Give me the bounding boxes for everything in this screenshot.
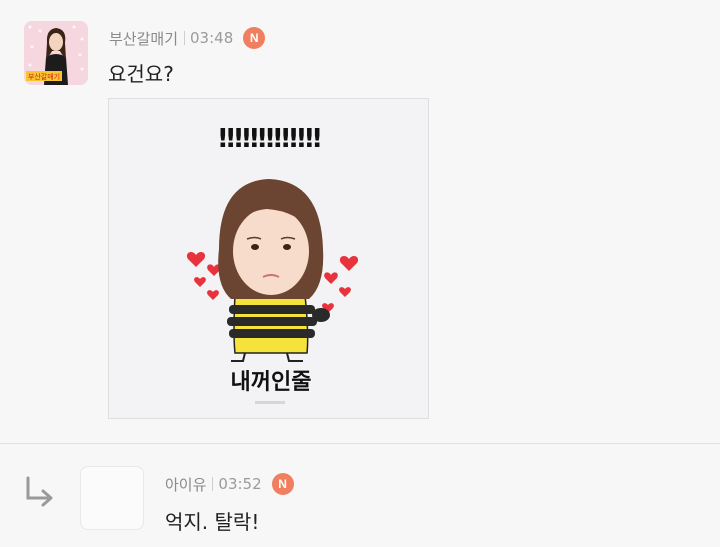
reply-arrow-icon bbox=[22, 474, 58, 514]
comment-text: 요건요? bbox=[108, 62, 174, 86]
avatar[interactable]: 부산갈매기 bbox=[24, 21, 88, 85]
svg-text:내꺼인줄: 내꺼인줄 bbox=[231, 370, 312, 395]
separator bbox=[184, 31, 186, 45]
sticker-image[interactable]: !!!!!!!!!!!!! 내꺼인줄 bbox=[108, 98, 429, 419]
svg-text:부산갈매기: 부산갈매기 bbox=[28, 72, 60, 81]
new-badge: N bbox=[243, 27, 266, 49]
comment-meta: 아이유 03:52 N bbox=[165, 472, 294, 496]
avatar[interactable] bbox=[80, 466, 144, 530]
timestamp: 03:48 bbox=[190, 29, 234, 47]
separator bbox=[212, 477, 214, 491]
reply-item: 아이유 03:52 N 억지. 탈락! bbox=[0, 444, 720, 547]
timestamp: 03:52 bbox=[218, 475, 262, 493]
comment-item: 부산갈매기 부산갈매기 03:48 N 요건요? !!!!!!!!!!!!! 내… bbox=[0, 0, 720, 443]
svg-text:!!!!!!!!!!!!!: !!!!!!!!!!!!! bbox=[217, 124, 320, 154]
nickname[interactable]: 부산갈매기 bbox=[109, 28, 178, 49]
comment-text: 억지. 탈락! bbox=[165, 510, 260, 534]
new-badge: N bbox=[271, 473, 294, 495]
comment-meta: 부산갈매기 03:48 N bbox=[109, 26, 266, 50]
nickname[interactable]: 아이유 bbox=[165, 474, 206, 495]
